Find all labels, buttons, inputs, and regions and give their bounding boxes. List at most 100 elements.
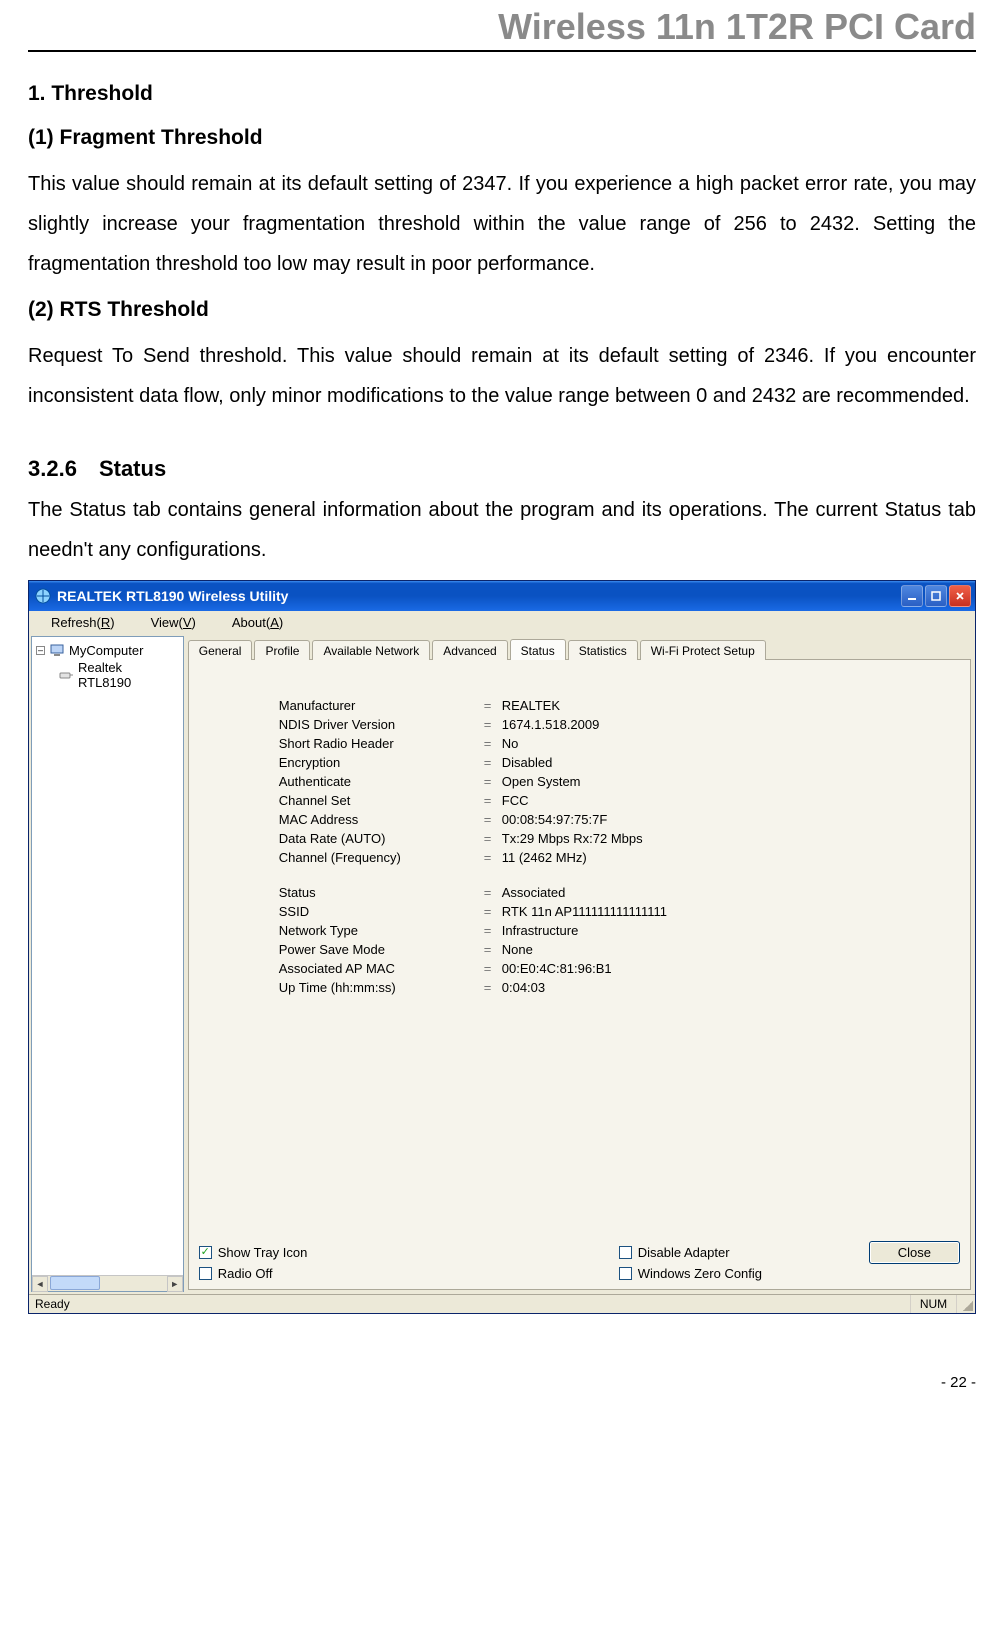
tree-root-label: MyComputer xyxy=(69,643,143,658)
heading-fragment-threshold: (1) Fragment Threshold xyxy=(28,126,976,150)
collapse-icon[interactable]: – xyxy=(36,646,45,655)
tab-available-network[interactable]: Available Network xyxy=(312,640,430,660)
status-value: 11 (2462 MHz) xyxy=(502,850,587,865)
tree-root[interactable]: – MyComputer xyxy=(36,641,179,659)
status-label: Status xyxy=(279,885,484,900)
checkbox-icon[interactable] xyxy=(619,1246,632,1259)
close-button[interactable]: Close xyxy=(869,1241,960,1264)
status-row: Channel (Frequency)=11 (2462 MHz) xyxy=(279,848,950,867)
resize-grip-icon[interactable] xyxy=(957,1295,975,1313)
adapter-icon xyxy=(58,667,74,683)
checkbox-label: Disable Adapter xyxy=(638,1245,730,1260)
status-value: FCC xyxy=(502,793,529,808)
separator-icon: = xyxy=(484,923,502,938)
checkbox-icon[interactable] xyxy=(199,1267,212,1280)
paragraph-status-intro: The Status tab contains general informat… xyxy=(28,490,976,570)
scroll-right-icon[interactable]: ► xyxy=(167,1276,183,1292)
tab-advanced[interactable]: Advanced xyxy=(432,640,507,660)
status-row: Authenticate=Open System xyxy=(279,772,950,791)
status-label: Manufacturer xyxy=(279,698,484,713)
separator-icon: = xyxy=(484,980,502,995)
status-label: Channel (Frequency) xyxy=(279,850,484,865)
checkbox-icon[interactable] xyxy=(619,1267,632,1280)
status-info-grid: Manufacturer=REALTEKNDIS Driver Version=… xyxy=(189,660,970,1235)
tab-pane-status: Manufacturer=REALTEKNDIS Driver Version=… xyxy=(188,659,971,1290)
separator-icon: = xyxy=(484,885,502,900)
status-row: Power Save Mode=None xyxy=(279,940,950,959)
status-label: Power Save Mode xyxy=(279,942,484,957)
separator-icon: = xyxy=(484,942,502,957)
tab-profile[interactable]: Profile xyxy=(254,640,310,660)
section-number: 3.2.6 xyxy=(28,456,77,481)
status-value: Infrastructure xyxy=(502,923,579,938)
status-label: Data Rate (AUTO) xyxy=(279,831,484,846)
heading-status-section: 3.2.6 Status xyxy=(28,456,976,482)
status-row: Network Type=Infrastructure xyxy=(279,921,950,940)
status-row: Encryption=Disabled xyxy=(279,753,950,772)
checkbox-windows-zero-config[interactable]: Windows Zero Config xyxy=(619,1266,829,1281)
section-title: Status xyxy=(99,456,166,481)
checkbox-label: Radio Off xyxy=(218,1266,273,1281)
status-value: 00:E0:4C:81:96:B1 xyxy=(502,961,612,976)
checkbox-show-tray-icon[interactable]: Show Tray Icon xyxy=(199,1245,409,1260)
tab-wi-fi-protect-setup[interactable]: Wi-Fi Protect Setup xyxy=(640,640,766,660)
status-row: MAC Address=00:08:54:97:75:7F xyxy=(279,810,950,829)
status-value: None xyxy=(502,942,533,957)
checkbox-icon[interactable] xyxy=(199,1246,212,1259)
tab-statistics[interactable]: Statistics xyxy=(568,640,638,660)
status-value: Disabled xyxy=(502,755,553,770)
status-label: Network Type xyxy=(279,923,484,938)
status-value: REALTEK xyxy=(502,698,560,713)
scroll-left-icon[interactable]: ◄ xyxy=(32,1276,48,1292)
tab-status[interactable]: Status xyxy=(510,639,566,660)
tab-general[interactable]: General xyxy=(188,640,253,660)
status-row: NDIS Driver Version=1674.1.518.2009 xyxy=(279,715,950,734)
status-label: Associated AP MAC xyxy=(279,961,484,976)
status-label: SSID xyxy=(279,904,484,919)
tree-child-label: Realtek RTL8190 xyxy=(78,660,179,690)
menu-about[interactable]: About(A) xyxy=(216,613,299,632)
status-label: NDIS Driver Version xyxy=(279,717,484,732)
heading-threshold: 1. Threshold xyxy=(28,82,976,106)
status-label: Up Time (hh:mm:ss) xyxy=(279,980,484,995)
status-row: Data Rate (AUTO)=Tx:29 Mbps Rx:72 Mbps xyxy=(279,829,950,848)
close-window-button[interactable] xyxy=(949,585,971,607)
checkbox-radio-off[interactable]: Radio Off xyxy=(199,1266,409,1281)
separator-icon: = xyxy=(484,793,502,808)
separator-icon: = xyxy=(484,961,502,976)
checkbox-label: Windows Zero Config xyxy=(638,1266,762,1281)
scroll-thumb[interactable] xyxy=(50,1276,100,1290)
checkbox-label: Show Tray Icon xyxy=(218,1245,308,1260)
statusbar: Ready NUM xyxy=(29,1294,975,1313)
status-label: MAC Address xyxy=(279,812,484,827)
app-window: REALTEK RTL8190 Wireless Utility Refresh… xyxy=(28,580,976,1314)
status-value: 00:08:54:97:75:7F xyxy=(502,812,608,827)
tree-scrollbar[interactable]: ◄ ► xyxy=(32,1275,183,1291)
computer-icon xyxy=(49,642,65,658)
status-row: Short Radio Header=No xyxy=(279,734,950,753)
status-row: Status=Associated xyxy=(279,883,950,902)
maximize-button[interactable] xyxy=(925,585,947,607)
separator-icon: = xyxy=(484,850,502,865)
menu-refresh[interactable]: Refresh(R) xyxy=(35,613,131,632)
separator-icon: = xyxy=(484,698,502,713)
titlebar[interactable]: REALTEK RTL8190 Wireless Utility xyxy=(29,581,975,611)
separator-icon: = xyxy=(484,736,502,751)
status-label: Short Radio Header xyxy=(279,736,484,751)
menu-view[interactable]: View(V) xyxy=(135,613,212,632)
paragraph-fragment-threshold: This value should remain at its default … xyxy=(28,164,976,284)
tree-panel: – MyComputer Realtek RTL8190 ◄ ► xyxy=(31,636,184,1292)
tabs-row: GeneralProfileAvailable NetworkAdvancedS… xyxy=(186,638,973,659)
status-row: SSID=RTK 11n AP111111111111111 xyxy=(279,902,950,921)
status-value: Open System xyxy=(502,774,581,789)
separator-icon: = xyxy=(484,717,502,732)
status-label: Encryption xyxy=(279,755,484,770)
separator-icon: = xyxy=(484,755,502,770)
minimize-button[interactable] xyxy=(901,585,923,607)
app-icon xyxy=(35,588,51,604)
status-value: No xyxy=(502,736,519,751)
window-title: REALTEK RTL8190 Wireless Utility xyxy=(57,588,288,604)
checkbox-disable-adapter[interactable]: Disable Adapter xyxy=(619,1245,829,1260)
tree-child[interactable]: Realtek RTL8190 xyxy=(36,659,179,691)
separator-icon: = xyxy=(484,904,502,919)
